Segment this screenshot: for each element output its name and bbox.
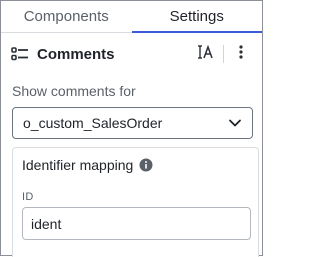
- header-divider: [223, 45, 224, 63]
- id-field-label: ID: [22, 191, 34, 203]
- text-cursor-icon: [197, 44, 215, 65]
- info-icon[interactable]: [139, 158, 153, 172]
- show-comments-select[interactable]: o_custom_SalesOrder: [12, 107, 253, 139]
- identifier-mapping-label: Identifier mapping: [22, 157, 134, 173]
- section-header: Comments: [1, 34, 262, 74]
- tab-bar: Components Settings: [1, 1, 262, 33]
- more-vertical-icon: [238, 44, 244, 65]
- text-cursor-button[interactable]: [195, 43, 217, 65]
- list-comments-icon: [11, 45, 29, 63]
- more-options-button[interactable]: [230, 43, 252, 65]
- tab-components[interactable]: Components: [1, 1, 132, 32]
- chevron-down-icon: [228, 116, 242, 130]
- show-comments-value: o_custom_SalesOrder: [23, 115, 163, 131]
- settings-panel: Components Settings Comments Show commen…: [0, 0, 263, 257]
- show-comments-label: Show comments for: [12, 83, 136, 99]
- id-field-input[interactable]: [22, 207, 251, 240]
- identifier-mapping-title: Identifier mapping: [22, 157, 153, 173]
- identifier-mapping-card: Identifier mapping ID: [12, 147, 259, 257]
- section-title: Comments: [37, 45, 115, 63]
- tab-settings[interactable]: Settings: [131, 1, 263, 33]
